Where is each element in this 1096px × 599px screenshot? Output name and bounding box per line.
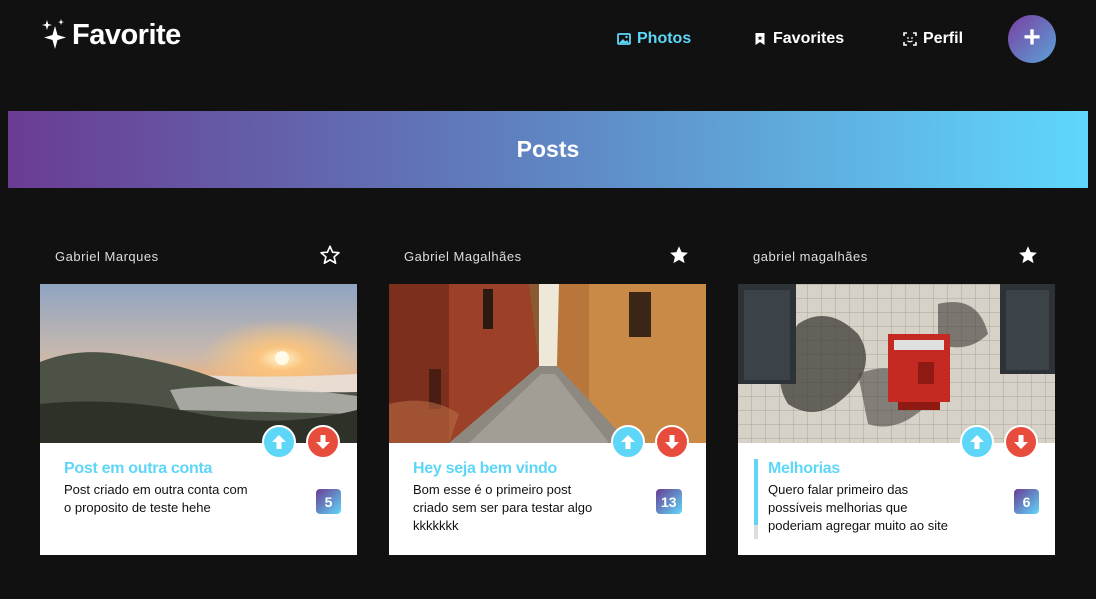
post-title: Melhorias (768, 460, 840, 477)
logo[interactable]: Favorite (40, 18, 181, 52)
arrow-down-icon (316, 435, 330, 449)
nav-photos[interactable]: Photos (617, 30, 691, 48)
star-filled-icon[interactable] (1017, 244, 1039, 266)
face-scan-icon (903, 32, 917, 46)
upvote-button[interactable] (960, 425, 994, 459)
posts-banner: Posts (8, 111, 1088, 188)
post-card[interactable]: Gabriel Marques Post em outra conta Post… (40, 232, 357, 555)
vote-count-badge: 6 (1014, 489, 1039, 514)
nav-perfil-label: Perfil (923, 30, 964, 47)
post-description: Quero falar primeiro das possíveis melho… (768, 482, 948, 533)
downvote-button[interactable] (655, 425, 689, 459)
post-description: Bom esse é o primeiro post criado sem se… (413, 482, 593, 533)
arrow-up-icon (621, 435, 635, 449)
arrow-down-icon (665, 435, 679, 449)
upvote-button[interactable] (611, 425, 645, 459)
nav-photos-label: Photos (637, 30, 692, 47)
bookmark-icon (755, 33, 765, 45)
upvote-button[interactable] (262, 425, 296, 459)
nav-favorites[interactable]: Favorites (753, 30, 844, 48)
post-author: gabriel magalhães (753, 249, 868, 264)
logo-text: Favorite (72, 18, 181, 51)
add-post-button[interactable]: + (1008, 15, 1056, 63)
downvote-button[interactable] (306, 425, 340, 459)
arrow-up-icon (272, 435, 286, 449)
post-author: Gabriel Marques (55, 249, 159, 264)
post-body: Post em outra conta Post criado em outra… (40, 443, 357, 555)
post-description: Post criado em outra conta com o proposi… (64, 482, 248, 515)
arrow-up-icon (970, 435, 984, 449)
post-card-header: gabriel magalhães (738, 232, 1055, 282)
post-card-header: Gabriel Marques (40, 232, 357, 282)
plus-icon: + (1023, 20, 1041, 54)
post-body: Melhorias Quero falar primeiro das possí… (738, 443, 1055, 555)
star-filled-icon[interactable] (668, 244, 690, 266)
app-header: Favorite Photos Favorites Perfil + (0, 0, 1096, 80)
nav-perfil[interactable]: Perfil (903, 30, 963, 48)
post-title: Hey seja bem vindo (413, 460, 557, 477)
post-card-header: Gabriel Magalhães (389, 232, 706, 282)
post-image (40, 284, 357, 443)
post-author: Gabriel Magalhães (404, 249, 522, 264)
sparkles-icon (42, 19, 66, 49)
post-card[interactable]: gabriel magalhães Melhorias Quero falar … (738, 232, 1055, 555)
star-outline-icon[interactable] (319, 244, 341, 266)
image-icon (617, 33, 631, 45)
post-image (738, 284, 1055, 443)
scroll-thumb[interactable] (754, 459, 758, 525)
nav-favorites-label: Favorites (773, 30, 845, 47)
post-body: Hey seja bem vindo Bom esse é o primeiro… (389, 443, 706, 555)
downvote-button[interactable] (1004, 425, 1038, 459)
post-card[interactable]: Gabriel Magalhães Hey seja bem vindo Bom… (389, 232, 706, 555)
scrollbar[interactable] (754, 459, 758, 539)
post-title: Post em outra conta (64, 460, 213, 477)
vote-count-badge: 13 (656, 489, 682, 514)
arrow-down-icon (1014, 435, 1028, 449)
vote-count-badge: 5 (316, 489, 341, 514)
page-title: Posts (516, 136, 580, 162)
post-image (389, 284, 706, 443)
